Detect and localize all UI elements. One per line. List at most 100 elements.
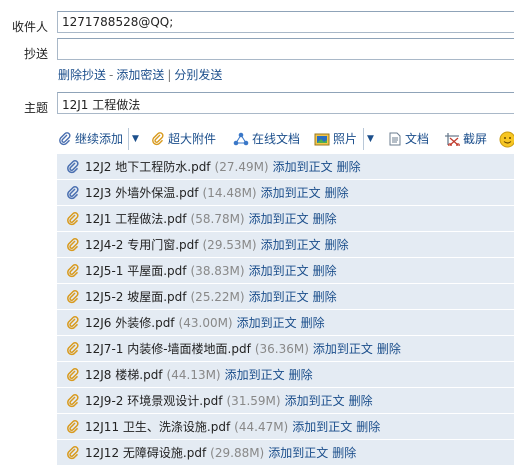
paperclip-icon <box>59 132 71 146</box>
cc-field[interactable] <box>57 38 514 60</box>
attachment-name: 12J1 工程做法.pdf <box>85 212 187 226</box>
to-field[interactable]: 1271788528@QQ; <box>57 11 514 33</box>
delete-attachment-link[interactable]: 删除 <box>337 158 361 175</box>
add-to-body-link[interactable]: 添加到正文 <box>285 392 345 409</box>
add-to-body-link[interactable]: 添加到正文 <box>225 366 285 383</box>
attachment-name: 12J2 地下工程防水.pdf <box>85 160 211 174</box>
add-to-body-link[interactable]: 添加到正文 <box>237 314 297 331</box>
super-attachment-label: 超大附件 <box>168 132 217 146</box>
paperclip-icon <box>67 237 79 251</box>
super-attachment-button[interactable]: 超大附件 <box>151 128 216 150</box>
attachment-size: (38.83M) <box>190 263 245 278</box>
attachment-size: (29.53M) <box>202 237 257 252</box>
attachment-name: 12J6 外装修.pdf <box>85 316 175 330</box>
attachment-row: 12J12 无障碍设施.pdf (29.88M) 添加到正文 删除 <box>57 440 514 466</box>
online-doc-button[interactable]: 在线文档 <box>233 128 300 150</box>
attachment-name: 12J7-1 内装修-墙面楼地面.pdf <box>85 342 251 356</box>
to-label: 收件人 <box>11 20 48 34</box>
add-bcc-link[interactable]: 添加密送 <box>116 68 164 82</box>
subject-label: 主题 <box>23 101 48 115</box>
document-label: 文档 <box>405 132 430 146</box>
paperclip-icon <box>67 289 79 303</box>
attachment-size: (29.88M) <box>210 445 265 460</box>
add-to-body-link[interactable]: 添加到正文 <box>249 288 309 305</box>
attachment-name: 12J9-2 环境景观设计.pdf <box>85 394 223 408</box>
paperclip-icon <box>67 211 79 225</box>
continue-add-button[interactable]: 继续添加 <box>58 128 123 150</box>
attachment-name: 12J12 无障碍设施.pdf <box>85 446 207 460</box>
add-to-body-link[interactable]: 添加到正文 <box>313 340 373 357</box>
attachment-row: 12J1 工程做法.pdf (58.78M) 添加到正文 删除 <box>57 206 514 232</box>
paperclip-icon <box>67 263 79 277</box>
subject-field-value: 12J1 工程做法 <box>62 98 141 112</box>
send-separately-link[interactable]: 分别发送 <box>174 68 222 82</box>
cc-label: 抄送 <box>23 47 48 61</box>
attachment-size: (27.49M) <box>214 159 269 174</box>
add-to-body-link[interactable]: 添加到正文 <box>268 444 328 461</box>
attachment-size: (43.00M) <box>178 315 233 330</box>
recipient-ops: 删除抄送 - 添加密送 | 分别发送 <box>58 66 222 83</box>
continue-add-dropdown-icon[interactable]: ▼ <box>128 128 140 150</box>
screenshot-button[interactable]: 截屏 <box>444 128 487 150</box>
paperclip-icon <box>67 445 79 459</box>
attachment-name: 12J5-1 平屋面.pdf <box>85 264 187 278</box>
document-button[interactable]: 文档 <box>388 128 429 150</box>
delete-attachment-link[interactable]: 删除 <box>313 262 337 279</box>
ops-bar: | <box>167 68 172 82</box>
remove-cc-link[interactable]: 删除抄送 <box>58 68 106 82</box>
attachment-name: 12J5-2 坡屋面.pdf <box>85 290 187 304</box>
attachment-name: 12J11 卫生、洗涤设施.pdf <box>85 420 231 434</box>
smiley-icon <box>499 131 514 147</box>
emoji-button[interactable] <box>499 128 514 150</box>
add-to-body-link[interactable]: 添加到正文 <box>249 210 309 227</box>
paperclip-icon <box>67 367 79 381</box>
paperclip-icon <box>67 159 79 173</box>
add-to-body-link[interactable]: 添加到正文 <box>249 262 309 279</box>
attachment-size: (14.48M) <box>202 185 257 200</box>
screenshot-label: 截屏 <box>463 132 488 146</box>
photo-dropdown-icon[interactable]: ▼ <box>363 128 375 150</box>
add-to-body-link[interactable]: 添加到正文 <box>261 184 321 201</box>
subject-field[interactable]: 12J1 工程做法 <box>57 92 514 114</box>
delete-attachment-link[interactable]: 删除 <box>289 366 313 383</box>
add-to-body-link[interactable]: 添加到正文 <box>292 418 352 435</box>
attachment-name: 12J3 外墙外保温.pdf <box>85 186 199 200</box>
paperclip-icon <box>67 341 79 355</box>
attachment-row: 12J9-2 环境景观设计.pdf (31.59M) 添加到正文 删除 <box>57 388 514 414</box>
to-field-value: 1271788528@QQ; <box>62 15 174 29</box>
paperclip-icon <box>67 393 79 407</box>
delete-attachment-link[interactable]: 删除 <box>313 210 337 227</box>
share-nodes-icon <box>233 132 249 146</box>
photo-button[interactable]: 照片 <box>314 128 357 150</box>
add-to-body-link[interactable]: 添加到正文 <box>273 158 333 175</box>
delete-attachment-link[interactable]: 删除 <box>313 288 337 305</box>
add-to-body-link[interactable]: 添加到正文 <box>261 236 321 253</box>
delete-attachment-link[interactable]: 删除 <box>325 236 349 253</box>
photo-label: 照片 <box>333 132 358 146</box>
delete-attachment-link[interactable]: 删除 <box>325 184 349 201</box>
delete-attachment-link[interactable]: 删除 <box>301 314 325 331</box>
attachment-row: 12J5-1 平屋面.pdf (38.83M) 添加到正文 删除 <box>57 258 514 284</box>
attachment-row: 12J7-1 内装修-墙面楼地面.pdf (36.36M) 添加到正文 删除 <box>57 336 514 362</box>
delete-attachment-link[interactable]: 删除 <box>377 340 401 357</box>
attachment-name: 12J8 楼梯.pdf <box>85 368 163 382</box>
delete-attachment-link[interactable]: 删除 <box>349 392 373 409</box>
attachment-row: 12J2 地下工程防水.pdf (27.49M) 添加到正文 删除 <box>57 154 514 180</box>
attachment-list: 12J2 地下工程防水.pdf (27.49M) 添加到正文 删除 12J3 外墙外保温… <box>57 154 514 466</box>
online-doc-label: 在线文档 <box>252 132 301 146</box>
attachment-row: 12J11 卫生、洗涤设施.pdf (44.47M) 添加到正文 删除 <box>57 414 514 440</box>
ops-dash: - <box>109 68 114 82</box>
paperclip-icon <box>67 419 79 433</box>
document-icon <box>389 132 401 146</box>
paperclip-icon <box>67 185 79 199</box>
paperclip-icon <box>67 315 79 329</box>
attachment-size: (25.22M) <box>190 289 245 304</box>
attachment-size: (58.78M) <box>190 211 245 226</box>
attachment-row: 12J8 楼梯.pdf (44.13M) 添加到正文 删除 <box>57 362 514 388</box>
attachment-row: 12J5-2 坡屋面.pdf (25.22M) 添加到正文 删除 <box>57 284 514 310</box>
delete-attachment-link[interactable]: 删除 <box>356 418 380 435</box>
paperclip-icon <box>152 132 164 146</box>
screenshot-scissors-icon <box>445 133 460 146</box>
delete-attachment-link[interactable]: 删除 <box>332 444 356 461</box>
attachment-size: (31.59M) <box>226 393 281 408</box>
